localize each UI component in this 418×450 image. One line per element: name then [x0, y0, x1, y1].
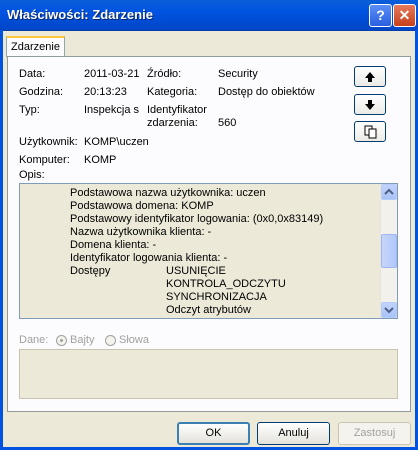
- dostepy-value: USUNIĘCIE: [166, 265, 226, 277]
- scroll-down-button[interactable]: [381, 302, 397, 318]
- previous-event-button[interactable]: [354, 66, 386, 87]
- chevron-up-icon: [384, 188, 394, 195]
- scroll-up-button[interactable]: [381, 184, 397, 200]
- bajty-radio[interactable]: [56, 335, 67, 346]
- data-label: Data:: [19, 68, 46, 80]
- description-line: Domena klienta: -: [70, 239, 157, 251]
- dostepy-value: Odczyt atrybutów: [166, 304, 251, 316]
- data-box[interactable]: [19, 349, 398, 399]
- close-button[interactable]: ✕: [393, 4, 416, 27]
- komputer-value: KOMP: [84, 154, 117, 166]
- data-value: 2011-03-21: [84, 68, 140, 80]
- godzina-label: Godzina:: [19, 86, 64, 98]
- kategoria-label: Kategoria:: [147, 86, 198, 98]
- tab-zdarzenie[interactable]: Zdarzenie: [6, 36, 65, 57]
- description-line: Identyfikator logowania klienta: -: [70, 252, 228, 264]
- komputer-label: Komputer:: [19, 154, 70, 166]
- chevron-down-icon: [384, 307, 394, 314]
- scroll-thumb[interactable]: [381, 234, 397, 268]
- opis-label: Opis:: [19, 169, 45, 181]
- copy-icon: [364, 125, 377, 139]
- uzytkownik-value: KOMP\uczen: [84, 136, 149, 148]
- dostepy-value: KONTROLA_ODCZYTU: [166, 278, 286, 290]
- slowa-label: Słowa: [119, 334, 149, 346]
- dostepy-label: Dostępy: [70, 265, 111, 277]
- typ-label: Typ:: [19, 104, 40, 116]
- bajty-label: Bajty: [70, 334, 95, 346]
- identyfikator-value: 560: [218, 117, 237, 129]
- ok-button[interactable]: OK: [177, 422, 250, 445]
- description-line: Podstawowa nazwa użytkownika: uczen: [70, 187, 266, 199]
- title-bar[interactable]: Właściwości: Zdarzenie ? ✕: [0, 0, 418, 31]
- arrow-down-icon: [365, 100, 375, 110]
- slowa-radio[interactable]: [105, 335, 116, 346]
- identyfikator-label: Identyfikator: [147, 104, 207, 116]
- zrodlo-label: Źródło:: [147, 68, 182, 80]
- zrodlo-value: Security: [218, 68, 258, 80]
- description-line: Podstawowa domena: KOMP: [70, 200, 214, 212]
- typ-value: Inspekcja s: [84, 104, 140, 116]
- copy-button[interactable]: [354, 121, 386, 142]
- window-title: Właściwości: Zdarzenie: [7, 7, 153, 22]
- arrow-up-icon: [365, 72, 375, 82]
- description-box[interactable]: Podstawowa nazwa użytkownika: uczen Pods…: [19, 183, 398, 319]
- description-line: Podstawowy identyfikator logowania: (0x0…: [70, 213, 324, 225]
- dostepy-value: SYNCHRONIZACJA: [166, 291, 267, 303]
- description-line: Nazwa użytkownika klienta: -: [70, 226, 212, 238]
- dane-label: Dane:: [19, 334, 49, 346]
- help-button[interactable]: ?: [369, 4, 392, 27]
- uzytkownik-label: Użytkownik:: [19, 136, 78, 148]
- cancel-button[interactable]: Anuluj: [257, 422, 330, 445]
- kategoria-value: Dostęp do obiektów: [218, 86, 315, 98]
- description-scrollbar[interactable]: [380, 184, 397, 318]
- next-event-button[interactable]: [354, 94, 386, 115]
- apply-button[interactable]: Zastosuj: [338, 422, 411, 445]
- godzina-value: 20:13:23: [84, 86, 127, 98]
- identyfikator-label-2: zdarzenia:: [147, 117, 198, 129]
